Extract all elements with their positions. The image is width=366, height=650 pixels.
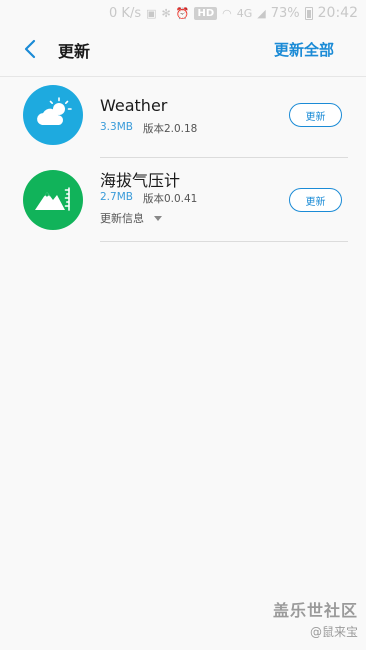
app-version: 版本2.0.18: [142, 123, 198, 135]
update-button[interactable]: 更新: [289, 188, 342, 212]
sim-icon: ▣: [146, 6, 157, 20]
network-type: 4G: [236, 6, 253, 20]
signal-icon: ◢: [257, 6, 266, 20]
app-version: 版本0.0.41: [142, 193, 198, 205]
update-info-toggle[interactable]: 更新信息: [100, 210, 162, 226]
app-meta: 3.3MB 版本2.0.18: [100, 121, 197, 136]
update-button[interactable]: 更新: [289, 103, 342, 127]
hd-badge: HD: [194, 6, 218, 20]
app-name: Weather: [100, 96, 168, 115]
header-divider: [0, 76, 366, 77]
caret-down-icon: [154, 215, 162, 221]
app-name: 海拔气压计: [100, 171, 181, 190]
alarm-icon: ⏰: [175, 6, 190, 20]
mountain-icon: [23, 170, 83, 230]
watermark-title: 盖乐世社区: [272, 601, 358, 620]
app-size: 3.3MB: [100, 121, 133, 133]
page-title: 更新: [58, 42, 91, 61]
status-bar: 0 K/s ▣ ✻ ⏰ HD ◠ 4G ◢ 73% 20:42: [0, 0, 366, 26]
app-header: 更新 更新全部: [0, 26, 366, 72]
item-divider: [100, 241, 348, 242]
network-speed: 0 K/s: [109, 5, 142, 21]
update-all-button[interactable]: 更新全部: [274, 39, 334, 60]
list-item: 海拔气压计 2.7MB 版本0.0.41 更新信息 更新: [0, 158, 366, 242]
watermark: 盖乐世社区 @鼠来宝: [273, 597, 358, 640]
wifi-icon: ◠: [222, 6, 232, 20]
weather-icon: [23, 85, 83, 145]
back-button[interactable]: [20, 38, 40, 60]
bluetooth-icon: ✻: [161, 6, 171, 20]
clock: 20:42: [317, 5, 358, 21]
chevron-left-icon: [24, 39, 36, 59]
watermark-author: @鼠来宝: [309, 625, 358, 639]
battery-icon: [304, 6, 313, 20]
list-item: Weather 3.3MB 版本2.0.18 更新: [0, 78, 366, 158]
app-meta: 2.7MB 版本0.0.41: [100, 191, 197, 206]
battery-percent: 73%: [270, 5, 300, 21]
update-info-label: 更新信息: [100, 212, 144, 225]
app-size: 2.7MB: [100, 191, 133, 203]
